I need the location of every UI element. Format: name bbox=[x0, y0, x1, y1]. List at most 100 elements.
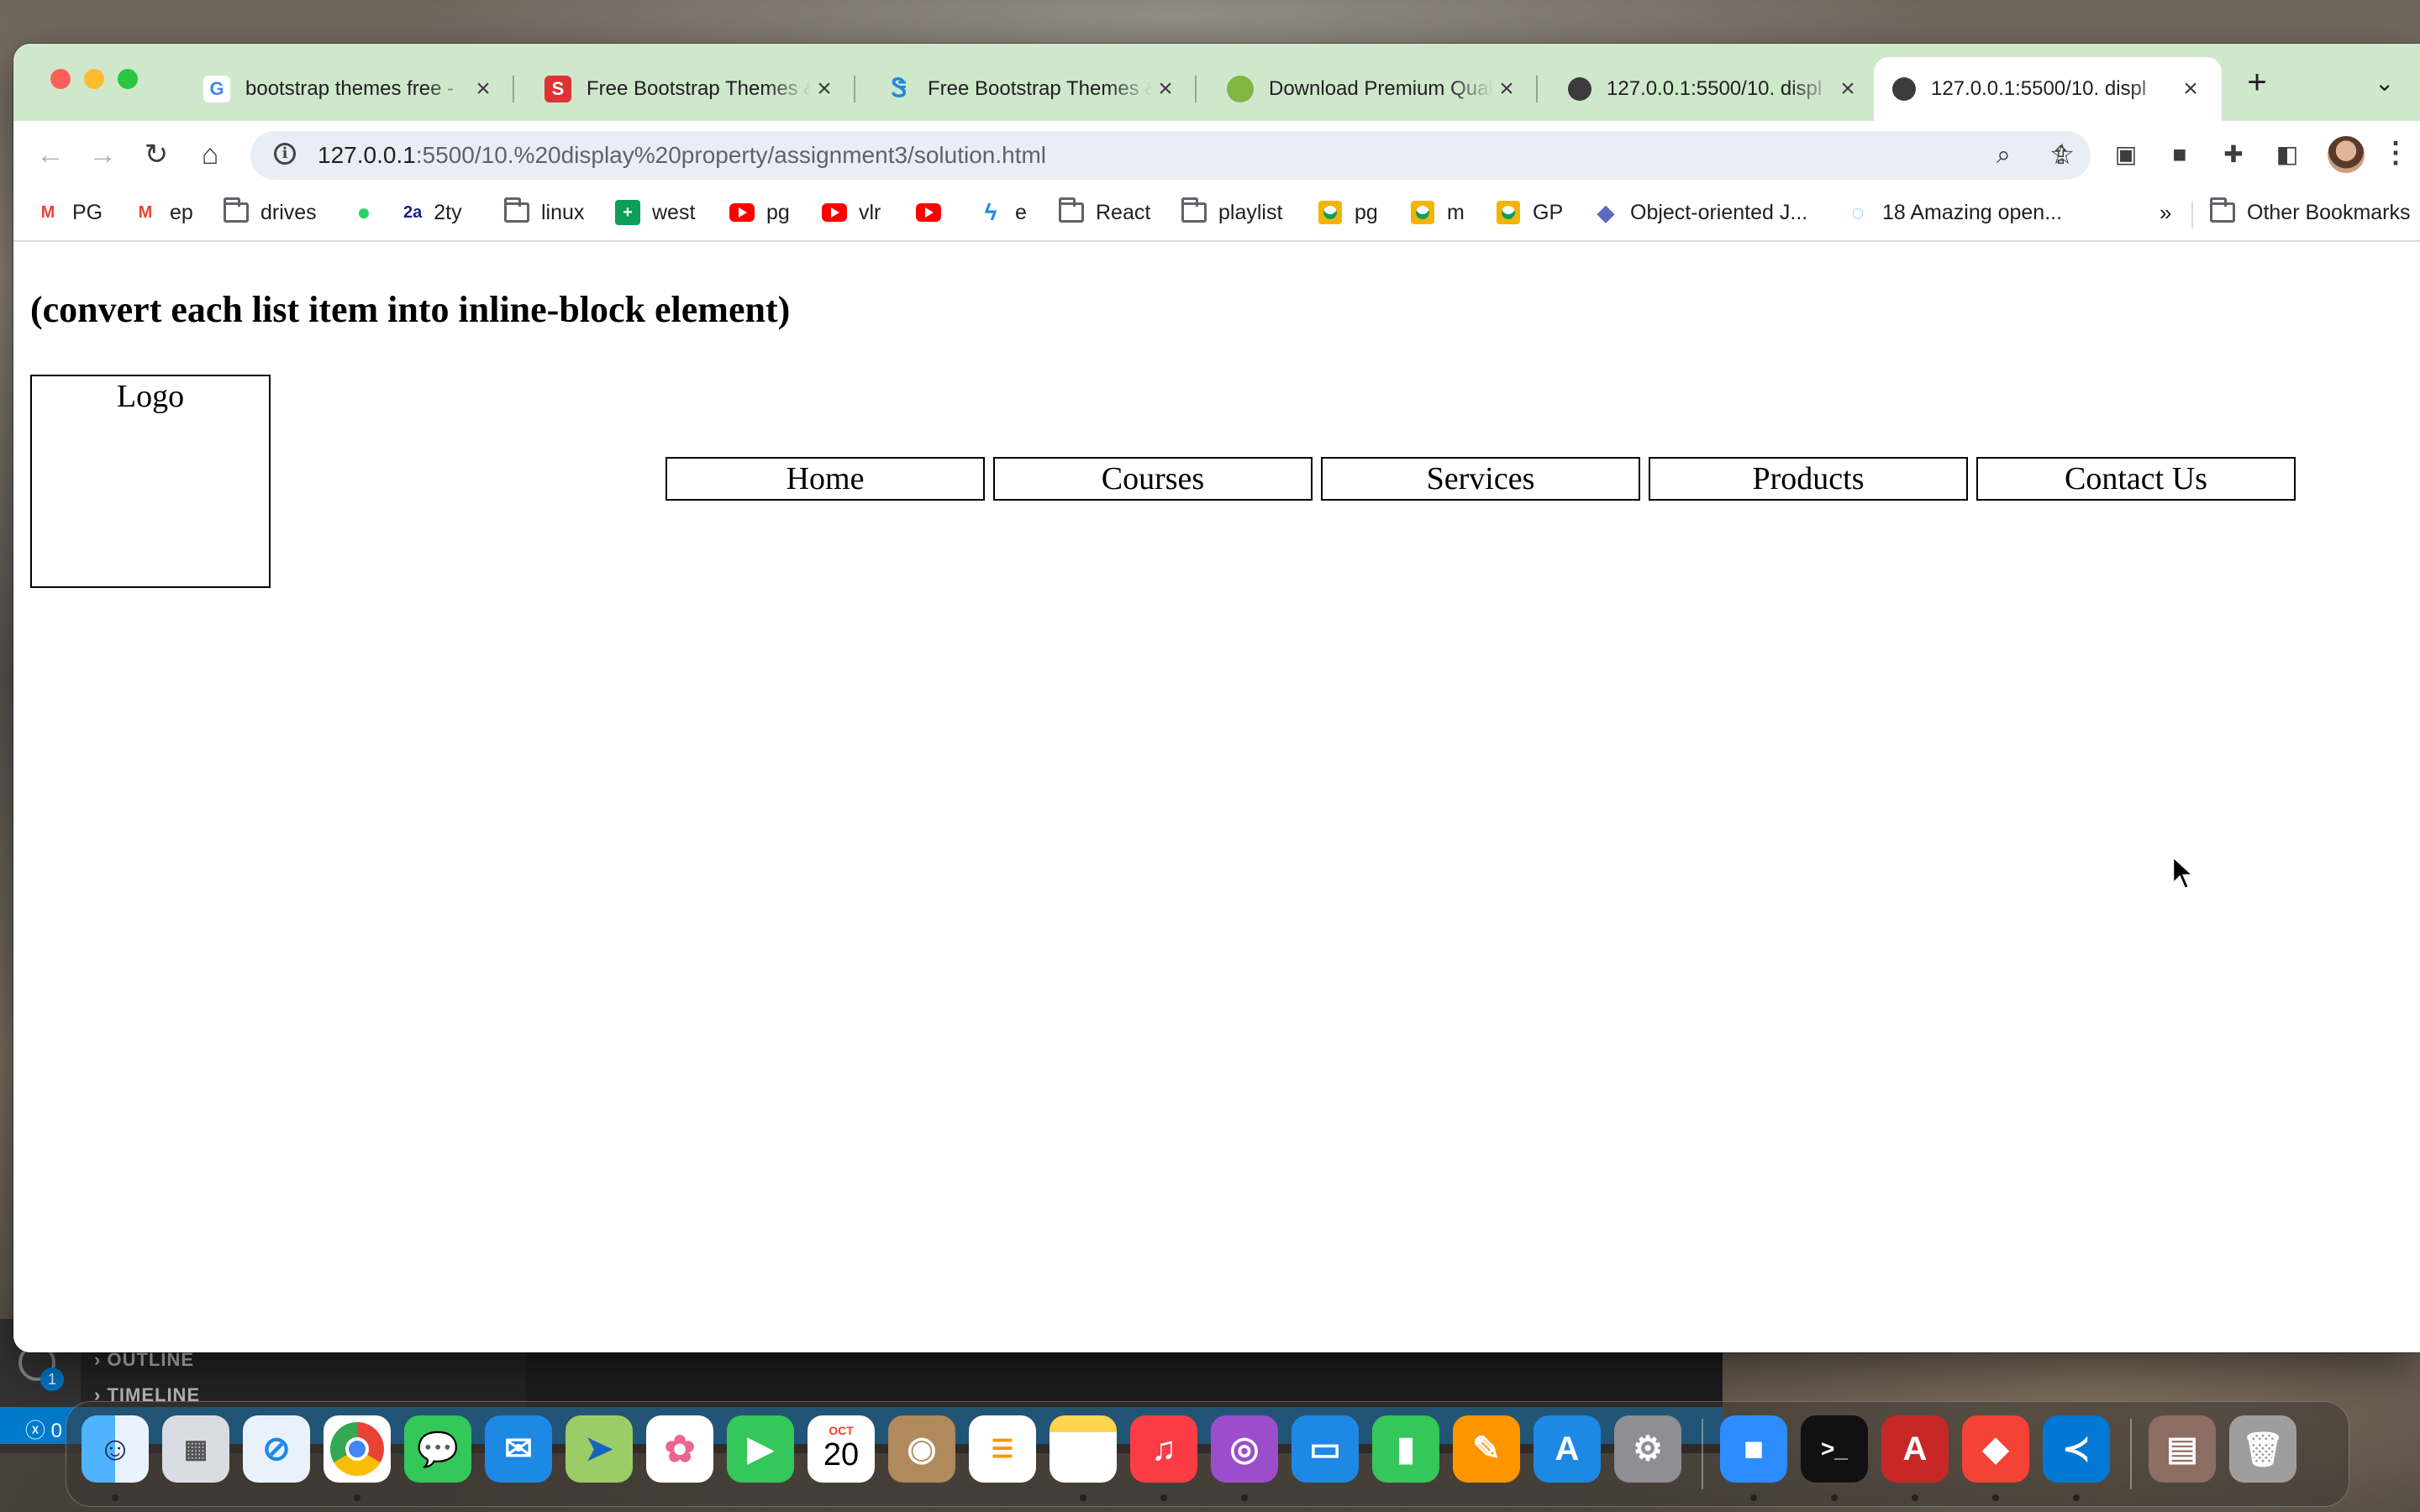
tab-1[interactable]: G bootstrap themes free - × bbox=[185, 57, 514, 121]
close-tab-icon[interactable]: × bbox=[1835, 75, 1860, 103]
minimize-window-button[interactable] bbox=[84, 69, 104, 89]
running-indicator bbox=[1750, 1494, 1757, 1501]
running-indicator bbox=[2073, 1494, 2080, 1501]
other-bookmarks-folder[interactable]: Other Bookmarks bbox=[2210, 197, 2411, 225]
tab-title: 127.0.0.1:5500/10. displ bbox=[1931, 77, 2147, 100]
vscode-icon[interactable]: ≺ bbox=[2043, 1415, 2110, 1483]
bookmark-item[interactable]: M PG bbox=[35, 200, 103, 225]
gmail-icon: M bbox=[138, 202, 153, 222]
nav-item-products[interactable]: Products bbox=[1649, 457, 1968, 501]
nav-item-home[interactable]: Home bbox=[666, 457, 985, 501]
bookmark-item[interactable]: ϟe bbox=[978, 199, 1027, 225]
keynote-icon[interactable]: ▭ bbox=[1292, 1415, 1359, 1483]
bookmark-item[interactable]: linux bbox=[504, 197, 584, 225]
close-tab-icon[interactable]: × bbox=[2178, 75, 2203, 103]
bookmark-label: pg bbox=[1355, 200, 1378, 224]
error-count[interactable]: ⓧ 0 bbox=[25, 1414, 62, 1443]
back-arrow-icon[interactable]: ← bbox=[30, 134, 71, 175]
bookmarks-overflow-button[interactable]: » bbox=[2160, 200, 2171, 226]
notes-icon[interactable] bbox=[1050, 1415, 1117, 1483]
safari-icon[interactable]: ⊘ bbox=[243, 1415, 310, 1483]
site-info-icon[interactable]: i bbox=[274, 143, 296, 165]
bookmark-item[interactable]: 2a 2ty bbox=[403, 200, 462, 225]
tab-5[interactable]: 127.0.0.1:5500/10. displ × bbox=[1549, 57, 1879, 121]
close-window-button[interactable] bbox=[50, 69, 71, 89]
home-icon[interactable]: ⌂ bbox=[190, 134, 230, 175]
side-panel-icon[interactable]: ◧ bbox=[2270, 138, 2304, 171]
bookmark-star-icon[interactable]: ☆ bbox=[2045, 138, 2079, 171]
bookmark-item[interactable]: ◌ 18 Amazing open... bbox=[1845, 200, 2062, 225]
system-settings-icon[interactable]: ⚙ bbox=[1614, 1415, 1681, 1483]
bookmark-item[interactable]: React bbox=[1059, 197, 1150, 225]
nav-item-courses[interactable]: Courses bbox=[993, 457, 1313, 501]
tab-3[interactable]: Ꮥ Free Bootstrap Themes & × bbox=[867, 57, 1197, 121]
new-tab-plus-icon[interactable]: + bbox=[2238, 66, 2275, 99]
contacts-icon[interactable]: ◉ bbox=[888, 1415, 955, 1483]
bookmark-item[interactable]: playlist bbox=[1181, 197, 1282, 225]
calendar-icon[interactable]: OCT 20 bbox=[808, 1415, 875, 1483]
tab-2[interactable]: S Free Bootstrap Themes & × bbox=[526, 57, 855, 121]
profile-avatar[interactable] bbox=[2328, 136, 2365, 173]
bookmark-item[interactable]: pg bbox=[1318, 200, 1378, 225]
messages-icon[interactable]: 💬 bbox=[404, 1415, 471, 1483]
acrobat-icon[interactable]: A bbox=[1881, 1415, 1949, 1483]
bookmark-item[interactable]: ◆ Object-oriented J... bbox=[1593, 200, 1807, 225]
nav-item-services[interactable]: Services bbox=[1321, 457, 1640, 501]
bookmark-item[interactable]: Mep bbox=[133, 200, 193, 225]
extension-icon[interactable]: ▣ bbox=[2109, 138, 2143, 171]
tab-4[interactable]: Download Premium Qual × bbox=[1208, 57, 1538, 121]
maps-icon[interactable]: ➤ bbox=[566, 1415, 633, 1483]
close-tab-icon[interactable]: × bbox=[1494, 75, 1519, 103]
bookmark-item[interactable] bbox=[916, 200, 953, 225]
tab-separator bbox=[1195, 76, 1197, 102]
bookmark-label: vlr bbox=[859, 200, 881, 224]
pages-icon[interactable]: ✎ bbox=[1453, 1415, 1520, 1483]
tab-6-active[interactable]: 127.0.0.1:5500/10. displ × bbox=[1874, 57, 2222, 121]
app-store-icon[interactable]: A bbox=[1534, 1415, 1601, 1483]
url-text[interactable]: 127.0.0.1:5500/10.%20display%20property/… bbox=[318, 142, 1046, 169]
reminders-icon[interactable]: ☰ bbox=[969, 1415, 1036, 1483]
music-icon[interactable]: ♫ bbox=[1130, 1415, 1197, 1483]
bookmark-item[interactable]: + west bbox=[615, 200, 695, 225]
tab-title: 127.0.0.1:5500/10. displ bbox=[1607, 77, 1823, 100]
chrome-icon[interactable] bbox=[324, 1415, 391, 1483]
bookmark-item[interactable]: pg bbox=[729, 200, 790, 225]
launchpad-icon[interactable]: ▦ bbox=[162, 1415, 229, 1483]
folder-icon bbox=[504, 197, 529, 225]
puzzle-extensions-icon[interactable]: ✚ bbox=[2217, 138, 2250, 171]
close-tab-icon[interactable]: × bbox=[812, 75, 837, 103]
dock-separator bbox=[2130, 1419, 2132, 1489]
mail-icon[interactable]: ✉ bbox=[485, 1415, 552, 1483]
bookmark-item[interactable]: ● bbox=[351, 199, 388, 225]
numbers-icon[interactable]: ▮ bbox=[1372, 1415, 1439, 1483]
bookmark-item[interactable]: m bbox=[1410, 200, 1465, 225]
bookmark-item[interactable]: drives bbox=[224, 197, 317, 225]
tab-title: Download Premium Qual bbox=[1269, 77, 1493, 100]
forward-arrow-icon[interactable]: → bbox=[82, 134, 123, 175]
mouse-cursor-icon bbox=[2171, 855, 2196, 890]
page-content: (convert each list item into inline-bloc… bbox=[13, 242, 2420, 1352]
toby-extension-icon[interactable]: ■ bbox=[2163, 138, 2196, 171]
bookmark-label: GP bbox=[1533, 200, 1564, 224]
anydesk-icon[interactable]: ◆ bbox=[1962, 1415, 2029, 1483]
podcasts-icon[interactable]: ◎ bbox=[1211, 1415, 1278, 1483]
address-bar[interactable]: i 127.0.0.1:5500/10.%20display%20propert… bbox=[250, 131, 2091, 180]
running-indicator bbox=[1160, 1494, 1167, 1501]
nav-item-contact-us[interactable]: Contact Us bbox=[1976, 457, 2296, 501]
finder-icon[interactable]: ☺ bbox=[82, 1415, 149, 1483]
tab-search-chevron-icon[interactable]: ⌄ bbox=[2375, 69, 2394, 97]
zoom-icon[interactable]: ⌕ bbox=[1996, 141, 2011, 170]
menu-kebab-icon[interactable]: ⋮ bbox=[2381, 136, 2410, 170]
facetime-icon[interactable]: ▶ bbox=[727, 1415, 794, 1483]
bookmark-item[interactable]: vlr bbox=[822, 200, 881, 225]
downloads-stack-icon[interactable]: ▤ bbox=[2149, 1415, 2216, 1483]
photos-icon[interactable]: ✿ bbox=[646, 1415, 713, 1483]
reload-icon[interactable]: ↻ bbox=[136, 134, 176, 175]
bookmark-item[interactable]: GP bbox=[1496, 200, 1563, 225]
terminal-icon[interactable]: >_ bbox=[1801, 1415, 1868, 1483]
trash-icon[interactable]: 🗑 bbox=[2229, 1415, 2296, 1483]
maximize-window-button[interactable] bbox=[118, 69, 138, 89]
zoom-app-icon[interactable]: ■ bbox=[1720, 1415, 1787, 1483]
close-tab-icon[interactable]: × bbox=[1153, 75, 1178, 103]
close-tab-icon[interactable]: × bbox=[471, 75, 496, 103]
